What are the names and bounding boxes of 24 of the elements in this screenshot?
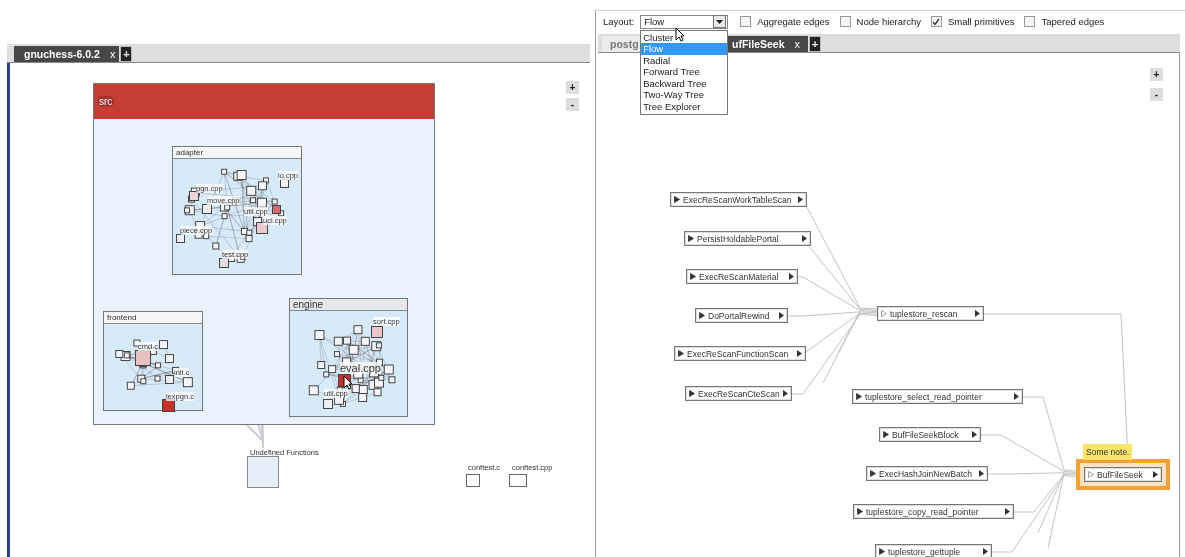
- function-name: ExecReScanMaterial: [699, 271, 780, 282]
- function-name: ExecReScanWorkTableScan: [683, 194, 793, 205]
- function-name: tuplestore_rescan: [890, 308, 959, 319]
- function-name: BufFileSeekBlock: [892, 429, 960, 440]
- function-name: tuplestore_select_read_pointer: [865, 391, 983, 402]
- function-name: ExecReScanFunctionScan: [687, 348, 790, 359]
- file-label: eval.cpp: [340, 362, 381, 374]
- function-name: BufFileSeek: [1097, 469, 1144, 480]
- function-name: tuplestore_copy_read_pointer: [866, 506, 980, 517]
- folder-title: frontend: [104, 312, 202, 324]
- note-tooltip: Some note.: [1083, 444, 1133, 460]
- function-name: PersistHoldablePortal: [697, 233, 780, 244]
- function-name: ExecHashJoinNewBatch: [879, 468, 974, 479]
- checkbox-label: Node hierarchy: [856, 16, 921, 27]
- checkbox-label: Tapered edges: [1041, 16, 1105, 27]
- layout-label: Layout:: [603, 16, 635, 27]
- checkbox-label: Small primitives: [947, 16, 1015, 27]
- folder-title: engine: [290, 299, 407, 311]
- container-title: src: [97, 96, 115, 107]
- function-name: DoPortalRewind: [708, 310, 771, 321]
- checkbox-label: Aggregate edges: [757, 16, 830, 27]
- function-name: ExecReScanCteScan: [698, 388, 780, 399]
- folder-title: adapter: [173, 147, 301, 159]
- function-name: tuplestore_gettuple: [888, 546, 962, 557]
